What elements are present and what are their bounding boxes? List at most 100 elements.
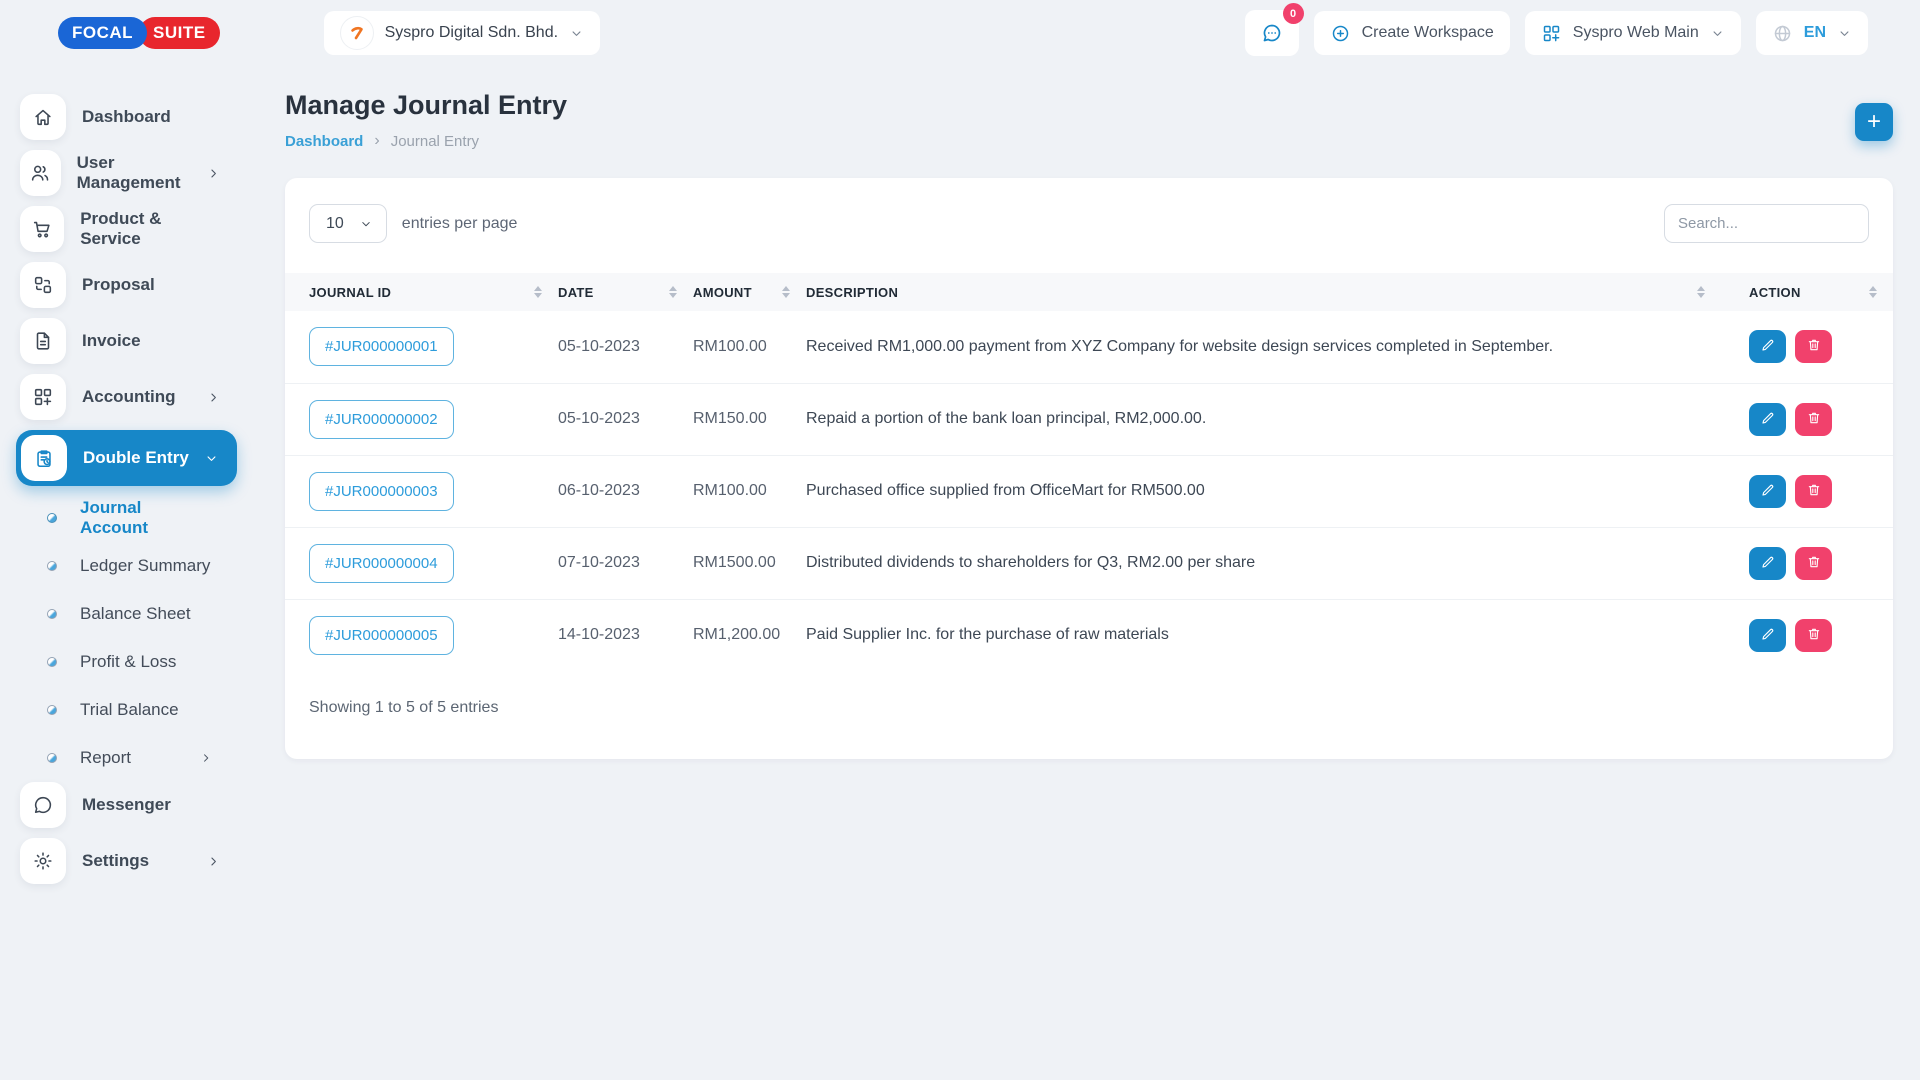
sidebar-subitem-balance-sheet[interactable]: Balance Sheet [20, 590, 245, 638]
bullet-icon [47, 657, 57, 667]
sidebar-subitem-profit-loss[interactable]: Profit & Loss [20, 638, 245, 686]
language-selector[interactable]: EN [1756, 11, 1868, 55]
sidebar-item-double-entry[interactable]: Double Entry [16, 430, 237, 486]
column-label: JOURNAL ID [309, 285, 391, 300]
bullet-icon [47, 513, 57, 523]
edit-button[interactable] [1749, 403, 1786, 436]
description-cell: Purchased office supplied from OfficeMar… [806, 455, 1721, 527]
focal-suite-logo[interactable]: FOCALSUITE [58, 17, 220, 49]
bullet-icon [47, 561, 57, 571]
trash-icon [1806, 410, 1822, 429]
workspace-name: Syspro Web Main [1573, 24, 1699, 42]
sidebar-item-settings[interactable]: Settings [20, 838, 245, 884]
sort-icon[interactable] [669, 286, 677, 298]
sidebar-item-messenger[interactable]: Messenger [20, 782, 245, 828]
amount-cell: RM100.00 [693, 455, 806, 527]
chat-icon [1260, 21, 1284, 45]
chevron-down-icon [204, 451, 219, 466]
edit-button[interactable] [1749, 475, 1786, 508]
sort-icon[interactable] [1869, 286, 1877, 298]
journal-id-link[interactable]: #JUR000000002 [309, 400, 454, 439]
add-journal-entry-button[interactable]: + [1855, 103, 1893, 141]
sidebar-item-proposal[interactable]: Proposal [20, 262, 245, 308]
sidebar-item-label: Double Entry [83, 448, 189, 468]
breadcrumb: Dashboard › Journal Entry [285, 132, 567, 150]
journal-table-card: 10 entries per page JOURNAL ID DATE AMOUNT… [285, 178, 1893, 759]
breadcrumb-dashboard-link[interactable]: Dashboard [285, 133, 363, 150]
sort-icon[interactable] [534, 286, 542, 298]
column-label: ACTION [1749, 285, 1801, 300]
delete-button[interactable] [1795, 403, 1832, 436]
journal-row: #JUR00000000407-10-2023RM1500.00Distribu… [285, 527, 1893, 599]
sort-icon[interactable] [1697, 286, 1705, 298]
sort-icon[interactable] [782, 286, 790, 298]
delete-button[interactable] [1795, 475, 1832, 508]
sidebar-subitem-journal-account[interactable]: Journal Account [20, 494, 245, 542]
company-selector[interactable]: Syspro Digital Sdn. Bhd. [324, 11, 600, 55]
delete-button[interactable] [1795, 619, 1832, 652]
language-code: EN [1804, 24, 1826, 42]
date-cell: 14-10-2023 [558, 599, 693, 671]
journal-id-link[interactable]: #JUR000000004 [309, 544, 454, 583]
column-label: DATE [558, 285, 594, 300]
date-cell: 05-10-2023 [558, 383, 693, 455]
entries-summary: Showing 1 to 5 of 5 entries [285, 671, 1893, 717]
column-header-date[interactable]: DATE [558, 273, 693, 311]
journal-id-link[interactable]: #JUR000000003 [309, 472, 454, 511]
sidebar-item-accounting[interactable]: Accounting [20, 374, 245, 420]
chevron-down-icon [359, 217, 373, 231]
sidebar-item-label: Dashboard [82, 107, 171, 127]
journal-row: #JUR00000000306-10-2023RM100.00Purchased… [285, 455, 1893, 527]
create-workspace-button[interactable]: Create Workspace [1314, 11, 1510, 55]
journal-id-link[interactable]: #JUR000000005 [309, 616, 454, 655]
column-header-amount[interactable]: AMOUNT [693, 273, 806, 311]
column-header-journal-id[interactable]: JOURNAL ID [285, 273, 558, 311]
sidebar-subitem-report[interactable]: Report [20, 734, 245, 782]
column-header-description[interactable]: DESCRIPTION [806, 273, 1721, 311]
users-icon [20, 150, 61, 196]
trash-icon [1806, 482, 1822, 501]
sidebar-item-label: Invoice [82, 331, 141, 351]
sidebar-item-label: Proposal [82, 275, 155, 295]
journal-row: #JUR00000000514-10-2023RM1,200.00Paid Su… [285, 599, 1893, 671]
date-cell: 07-10-2023 [558, 527, 693, 599]
sidebar-item-label: Product & Service [80, 209, 221, 249]
sidebar-item-user-management[interactable]: User Management [20, 150, 245, 196]
sidebar-subitem-label: Report [80, 748, 131, 768]
sidebar-subitem-ledger-summary[interactable]: Ledger Summary [20, 542, 245, 590]
file-icon [20, 318, 66, 364]
edit-button[interactable] [1749, 619, 1786, 652]
amount-cell: RM150.00 [693, 383, 806, 455]
edit-button[interactable] [1749, 547, 1786, 580]
grid-plus-icon [1541, 23, 1562, 44]
column-label: DESCRIPTION [806, 285, 898, 300]
column-header-action[interactable]: ACTION [1721, 273, 1893, 311]
search-input[interactable] [1664, 204, 1869, 243]
workspace-switcher[interactable]: Syspro Web Main [1525, 11, 1741, 55]
message-icon [20, 782, 66, 828]
journal-table: JOURNAL ID DATE AMOUNTDESCRIPTION ACTION #J… [285, 273, 1893, 671]
entries-per-page-select[interactable]: 10 [309, 204, 387, 243]
clipboard-clock-icon [21, 435, 67, 481]
description-cell: Repaid a portion of the bank loan princi… [806, 383, 1721, 455]
gear-icon [20, 838, 66, 884]
bullet-icon [47, 609, 57, 619]
edit-button[interactable] [1749, 330, 1786, 363]
transform-icon [20, 262, 66, 308]
messages-button[interactable]: 0 [1245, 10, 1299, 56]
sidebar-item-invoice[interactable]: Invoice [20, 318, 245, 364]
chevron-right-icon [206, 390, 221, 405]
sidebar-subitem-label: Profit & Loss [80, 652, 176, 672]
sidebar-subitem-trial-balance[interactable]: Trial Balance [20, 686, 245, 734]
journal-row: #JUR00000000105-10-2023RM100.00Received … [285, 311, 1893, 383]
syspro-logo-icon [340, 16, 374, 50]
logo-suite: SUITE [139, 17, 220, 49]
description-cell: Paid Supplier Inc. for the purchase of r… [806, 599, 1721, 671]
entries-per-page-label: entries per page [402, 215, 518, 233]
sidebar-item-label: Settings [82, 851, 149, 871]
sidebar-item-dashboard[interactable]: Dashboard [20, 94, 245, 140]
sidebar-item-product-service[interactable]: Product & Service [20, 206, 245, 252]
delete-button[interactable] [1795, 330, 1832, 363]
delete-button[interactable] [1795, 547, 1832, 580]
journal-id-link[interactable]: #JUR000000001 [309, 327, 454, 366]
